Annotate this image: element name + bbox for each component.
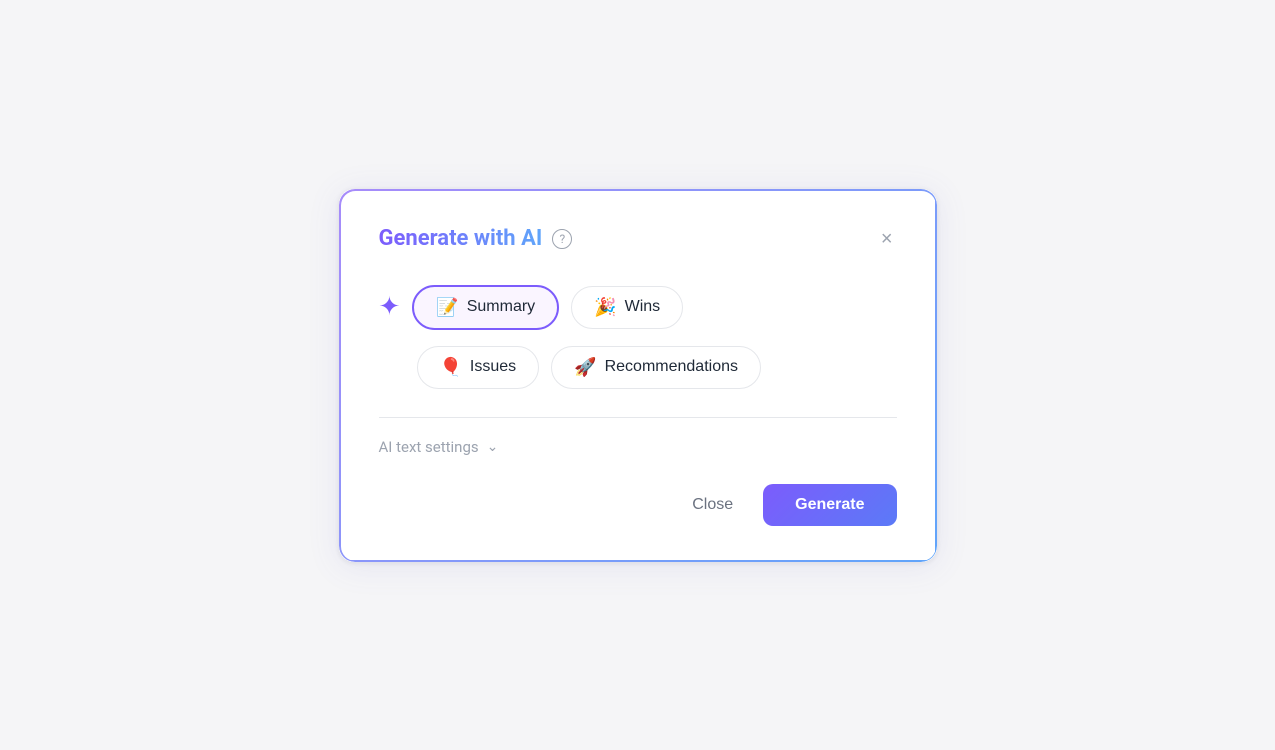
dialog-header: Generate with AI ? ×: [379, 225, 897, 253]
wins-chip[interactable]: 🎉 Wins: [571, 286, 683, 329]
dialog-title-row: Generate with AI ?: [379, 226, 573, 251]
dialog-footer: Close Generate: [379, 484, 897, 526]
options-row-1: ✦ 📝 Summary 🎉 Wins: [379, 285, 897, 330]
help-icon[interactable]: ?: [552, 229, 572, 249]
dialog-title: Generate with AI: [379, 226, 543, 251]
summary-chip[interactable]: 📝 Summary: [412, 285, 559, 330]
wins-label: Wins: [625, 298, 661, 316]
generate-button[interactable]: Generate: [763, 484, 896, 526]
settings-label: AI text settings: [379, 438, 479, 456]
recommendations-label: Recommendations: [605, 358, 738, 376]
summary-label: Summary: [467, 298, 535, 316]
recommendations-chip[interactable]: 🚀 Recommendations: [551, 346, 761, 389]
summary-emoji: 📝: [436, 297, 458, 318]
ai-text-settings-row[interactable]: AI text settings ⌄: [379, 438, 897, 456]
chevron-down-icon: ⌄: [487, 439, 499, 455]
options-section: ✦ 📝 Summary 🎉 Wins 🎈 Issues 🚀 Recommenda…: [379, 285, 897, 389]
generate-ai-dialog: Generate with AI ? × ✦ 📝 Summary 🎉 Wins …: [338, 188, 938, 563]
options-row-2: 🎈 Issues 🚀 Recommendations: [379, 346, 897, 389]
close-button[interactable]: Close: [674, 486, 751, 524]
wins-emoji: 🎉: [594, 297, 616, 318]
sparkle-icon: ✦: [379, 292, 401, 322]
close-icon-button[interactable]: ×: [877, 225, 897, 253]
divider: [379, 417, 897, 418]
issues-chip[interactable]: 🎈 Issues: [417, 346, 540, 389]
recommendations-emoji: 🚀: [574, 357, 596, 378]
issues-emoji: 🎈: [440, 357, 462, 378]
issues-label: Issues: [470, 358, 516, 376]
